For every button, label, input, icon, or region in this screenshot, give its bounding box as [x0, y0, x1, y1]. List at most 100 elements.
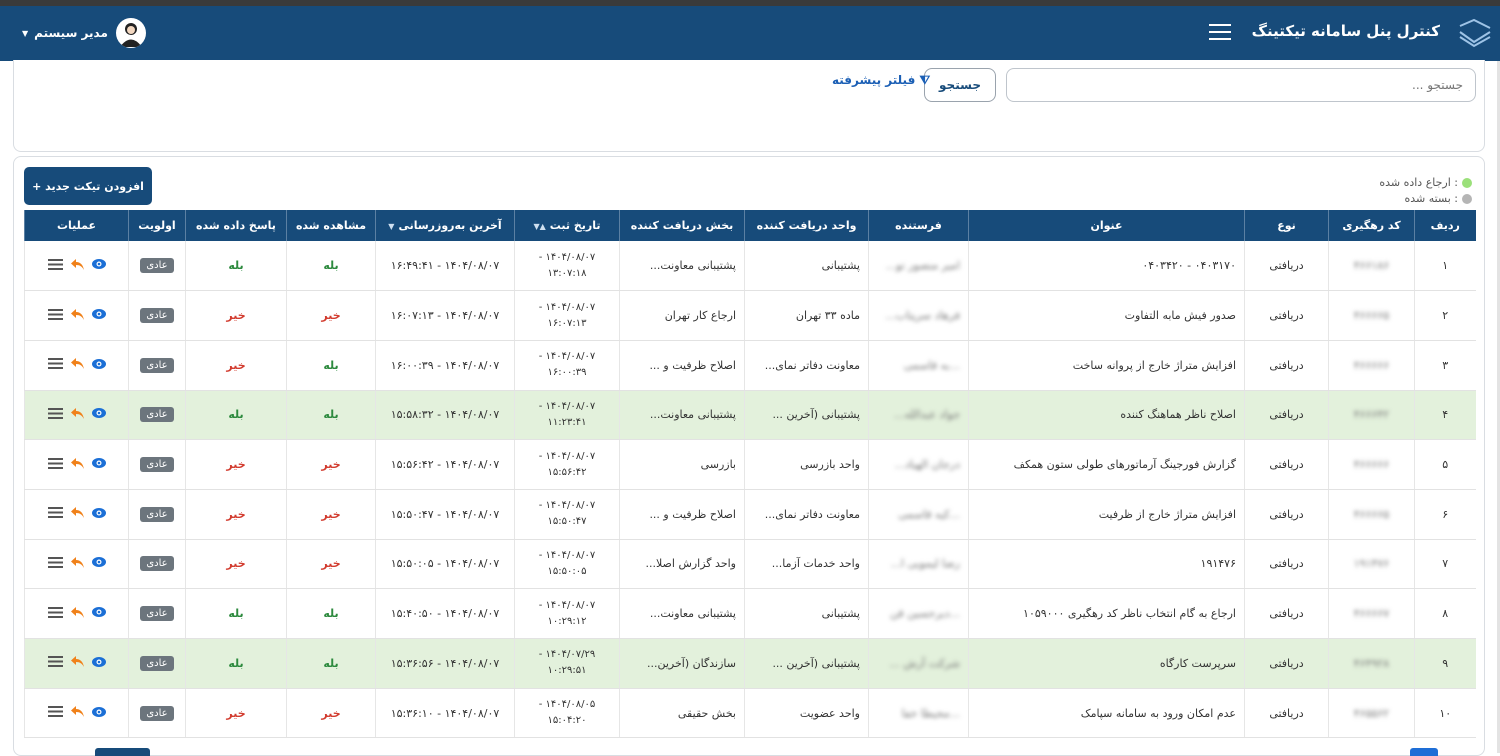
add-ticket-button[interactable]: افزودن تیکت جدید + — [24, 167, 152, 205]
answered-status: خیر — [185, 340, 287, 391]
reply-icon[interactable] — [70, 308, 84, 323]
register-date: ۱۴۰۴/۰۸/۰۷ -۱۵:۵۰:۴۷ — [514, 489, 620, 540]
sender: درجان الهیاد... — [868, 439, 969, 490]
reply-icon[interactable] — [70, 606, 84, 621]
avatar — [115, 18, 146, 48]
view-icon[interactable] — [91, 706, 106, 720]
search-button[interactable]: جستجو — [924, 68, 996, 102]
seen-status: بله — [286, 340, 376, 391]
more-menu-icon[interactable] — [47, 358, 63, 372]
table-row[interactable]: ۴ ۴۶۶۶۴۲ دریافتی اصلاح ناظر هماهنگ کننده جوا… — [24, 390, 1476, 441]
ticket-type: دریافتی — [1244, 539, 1329, 590]
reply-icon[interactable] — [70, 457, 84, 472]
search-input[interactable] — [1006, 68, 1476, 102]
priority: عادی — [128, 688, 186, 739]
view-icon[interactable] — [91, 358, 106, 372]
last-updated: ۱۴۰۴/۰۸/۰۷ - ۱۶:۰۷:۱۳ — [375, 290, 515, 341]
ticket-title: سرپرست کارگاه — [968, 638, 1245, 689]
more-menu-icon[interactable] — [47, 606, 63, 621]
col-header[interactable]: بخش دریافت کننده — [619, 210, 745, 241]
priority: عادی — [128, 638, 186, 689]
col-header[interactable]: پاسخ داده شده — [185, 210, 287, 241]
receiving-section: واحد گزارش اصلا... — [619, 539, 745, 590]
ticket-title: افزایش متراژ خارج از پروانه ساخت — [968, 340, 1245, 391]
gray-dot-icon — [1462, 194, 1472, 204]
more-menu-icon[interactable] — [47, 706, 63, 720]
advanced-filter-link[interactable]: ⧩ فیلتر پیشرفته — [832, 73, 930, 88]
ticket-type: دریافتی — [1244, 439, 1329, 490]
col-header[interactable]: کد رهگیری — [1328, 210, 1415, 241]
more-menu-icon[interactable] — [47, 457, 63, 472]
green-dot-icon — [1462, 178, 1472, 188]
tracking-code: ۴۶۴۹۲۸ — [1328, 638, 1415, 689]
reply-icon[interactable] — [70, 358, 84, 372]
reply-icon[interactable] — [70, 656, 84, 670]
tracking-code: ۴۶۶۶۶۷ — [1328, 588, 1415, 639]
seen-status: بله — [286, 588, 376, 639]
reply-icon[interactable] — [70, 556, 84, 571]
tracking-code: ۱۹۱۴۷۶ — [1328, 539, 1415, 590]
tracking-code: ۴۶۶۶۶۶ — [1328, 439, 1415, 490]
row-number: ۶ — [1414, 489, 1476, 540]
more-menu-icon[interactable] — [47, 507, 63, 521]
col-header[interactable]: اولویت — [128, 210, 186, 241]
table-row[interactable]: ۹ ۴۶۴۹۲۸ دریافتی سرپرست کارگاه شرکت آرش ... پ… — [24, 638, 1476, 689]
reply-icon[interactable] — [70, 258, 84, 273]
ticket-type: دریافتی — [1244, 390, 1329, 441]
reply-icon[interactable] — [70, 706, 84, 720]
col-header[interactable]: مشاهده شده — [286, 210, 376, 241]
col-header[interactable]: عنوان — [968, 210, 1245, 241]
view-icon[interactable] — [91, 607, 106, 620]
col-header[interactable]: واحد دریافت کننده — [744, 210, 869, 241]
menu-toggle-icon[interactable] — [1209, 24, 1231, 42]
page-size-select[interactable] — [95, 748, 150, 756]
view-icon[interactable] — [91, 656, 106, 670]
ticket-title: عدم امکان ورود به سامانه سپامک — [968, 688, 1245, 739]
view-icon[interactable] — [91, 557, 106, 570]
operations — [24, 539, 129, 590]
ticket-title: ارجاع به گام انتخاب ناظر کد رهگیری ۱۰۵۹۰… — [968, 588, 1245, 639]
col-header-sortable[interactable]: تاریخ ثبت▲▼ — [514, 210, 620, 241]
legend-closed: : بسته شده — [1379, 191, 1472, 207]
table-row[interactable]: ۶ ۴۶۶۶۶۵ دریافتی افزایش متراژ خارج از ظرفیت… — [24, 489, 1476, 540]
more-menu-icon[interactable] — [47, 656, 63, 670]
ticket-logo-icon — [1459, 18, 1491, 48]
col-header[interactable]: عملیات — [24, 210, 129, 241]
table-row[interactable]: ۸ ۴۶۶۶۶۷ دریافتی ارجاع به گام انتخاب ناظر ک… — [24, 588, 1476, 639]
answered-status: بله — [185, 390, 287, 441]
view-icon[interactable] — [91, 458, 106, 471]
user-menu[interactable]: ▼ مدیر سیستم — [22, 18, 146, 48]
view-icon[interactable] — [91, 309, 106, 322]
answered-status: خیر — [185, 290, 287, 341]
receiving-unit: معاونت دفاتر نمای... — [744, 340, 869, 391]
col-header-sortable[interactable]: آخرین به‌روزرسانی▼ — [375, 210, 515, 241]
view-icon[interactable] — [91, 408, 106, 421]
col-header[interactable]: فرستنده — [868, 210, 969, 241]
receiving-unit: پشتیبانی — [744, 588, 869, 639]
pagination-current-page[interactable] — [1410, 748, 1438, 756]
table-row[interactable]: ۵ ۴۶۶۶۶۶ دریافتی گزارش فورجینگ آرماتورهای ط… — [24, 439, 1476, 490]
table-row[interactable]: ۳ ۴۶۶۶۶۶ دریافتی افزایش متراژ خارج از پروان… — [24, 340, 1476, 391]
last-updated: ۱۴۰۴/۰۸/۰۷ - ۱۵:۳۶:۱۰ — [375, 688, 515, 739]
more-menu-icon[interactable] — [47, 258, 63, 273]
table-row[interactable]: ۷ ۱۹۱۴۷۶ دریافتی ۱۹۱۴۷۶ رضا لیمویی ا... واحد … — [24, 539, 1476, 590]
sort-icon: ▲▼ — [533, 222, 546, 231]
col-header[interactable]: نوع — [1244, 210, 1329, 241]
col-header[interactable]: ردیف — [1414, 210, 1476, 241]
view-icon[interactable] — [91, 259, 106, 272]
priority-badge: عادی — [140, 606, 174, 622]
reply-icon[interactable] — [70, 407, 84, 422]
tracking-code: ۴۶۵۵۶۲ — [1328, 688, 1415, 739]
table-row[interactable]: ۱۰ ۴۶۵۵۶۲ دریافتی عدم امکان ورود به سامانه … — [24, 688, 1476, 739]
reply-icon[interactable] — [70, 507, 84, 521]
table-row[interactable]: ۲ ۴۶۶۶۶۵ دریافتی صدور فیش مابه التفاوت فرهاد… — [24, 290, 1476, 341]
more-menu-icon[interactable] — [47, 407, 63, 422]
sender: فرهاد سرپتاب... — [868, 290, 969, 341]
receiving-section: ارجاع کار تهران — [619, 290, 745, 341]
register-date: ۱۴۰۴/۰۸/۰۷ -۱۶:۰۰:۳۹ — [514, 340, 620, 391]
table-row[interactable]: ۱ ۴۶۶۱۸۶ دریافتی ۰۴۰۳۱۷۰ - ۰۴۰۳۴۲۰ امیر منصو… — [24, 241, 1476, 292]
more-menu-icon[interactable] — [47, 308, 63, 323]
tickets-panel: افزودن تیکت جدید + : ارجاع داده شده : بس… — [13, 156, 1485, 756]
view-icon[interactable] — [91, 507, 106, 521]
more-menu-icon[interactable] — [47, 556, 63, 571]
